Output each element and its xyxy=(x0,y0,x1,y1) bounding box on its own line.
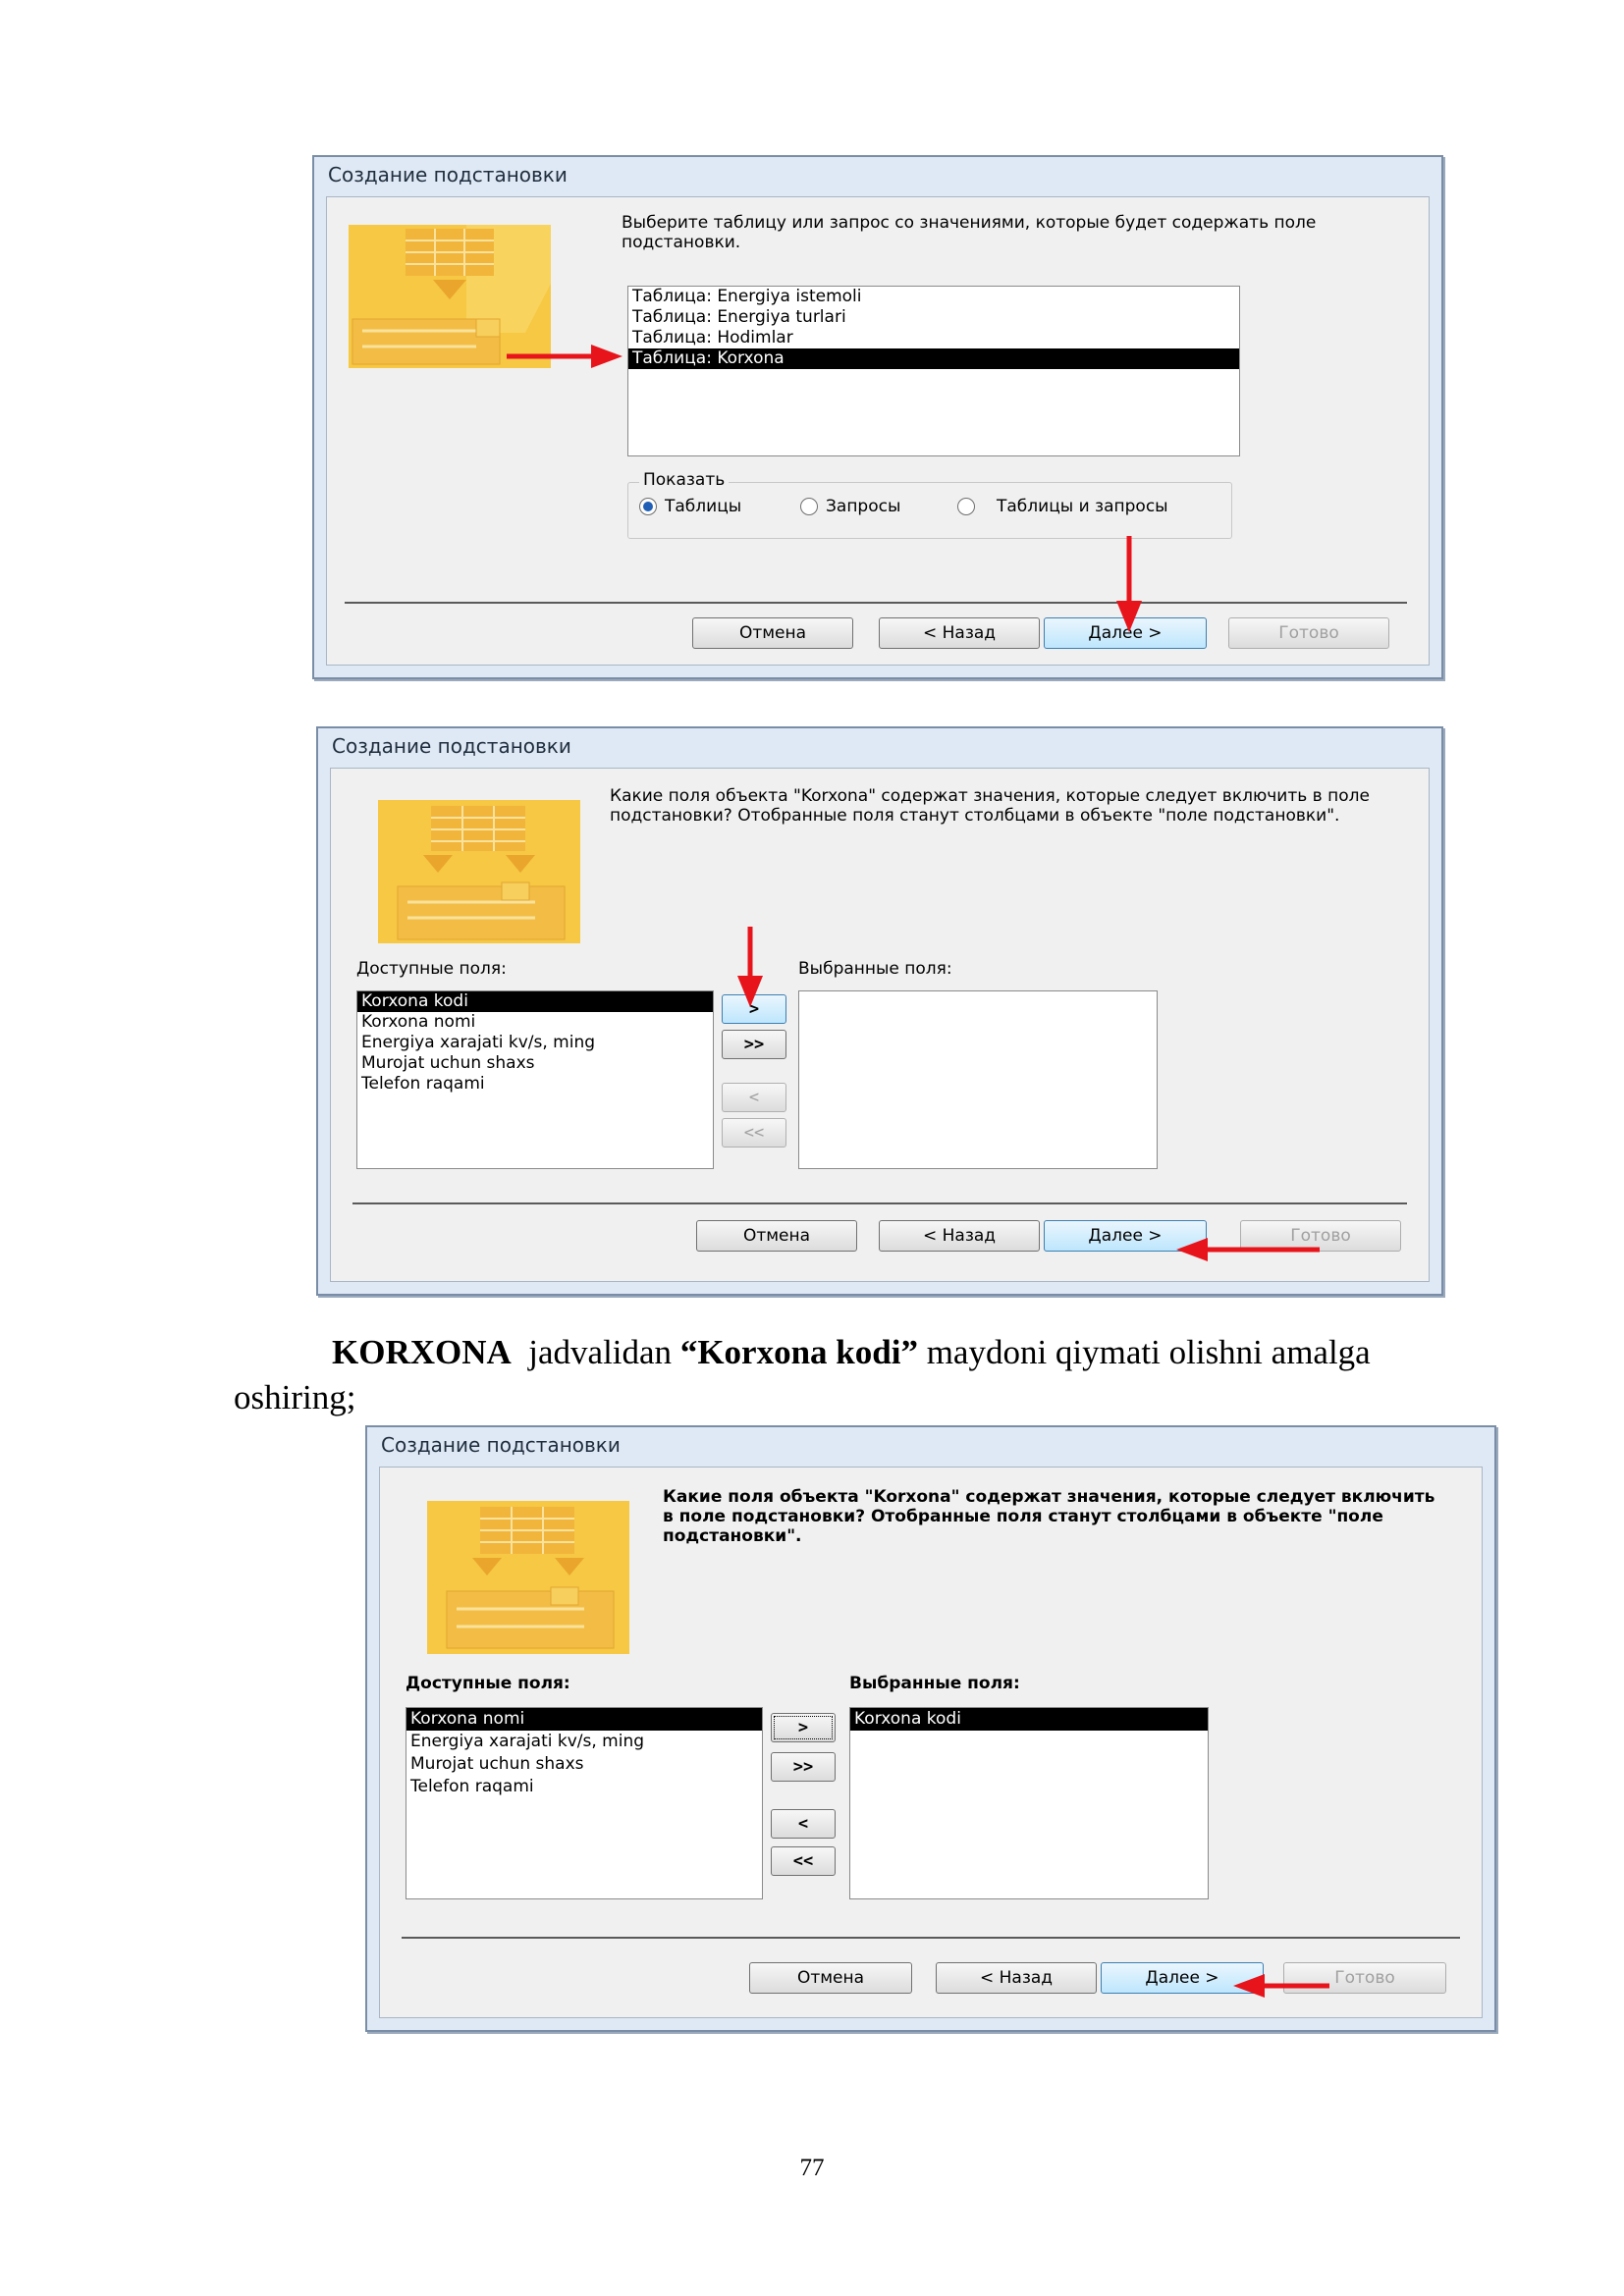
available-fields-list[interactable]: Korxona nomi Energiya xarajati kv/s, min… xyxy=(406,1707,763,1899)
remove-all-fields-button[interactable]: << xyxy=(771,1846,836,1876)
remove-field-button[interactable]: < xyxy=(722,1083,786,1112)
dialog-body: Выберите таблицу или запрос со значениям… xyxy=(326,196,1430,666)
add-field-button[interactable]: > xyxy=(771,1713,836,1742)
dialog-prompt: Выберите таблицу или запрос со значениям… xyxy=(622,213,1317,252)
radio-queries[interactable]: Запросы xyxy=(800,497,900,516)
list-item[interactable]: Energiya xarajati kv/s, ming xyxy=(406,1731,762,1753)
separator xyxy=(345,602,1407,604)
available-fields-label: Доступные поля: xyxy=(406,1674,570,1693)
red-arrow-left xyxy=(1233,1974,1329,1998)
text-segment: maydoni qiymati olishni amalga xyxy=(917,1333,1371,1371)
radio-both-label: Таблицы и запросы xyxy=(997,497,1168,516)
back-button[interactable]: < Назад xyxy=(879,1220,1040,1252)
wizard-table-icon xyxy=(427,1501,629,1654)
lookup-wizard-dialog-1: Создание подстановки Выберите таблицу ил… xyxy=(312,155,1443,679)
radio-dot-selected[interactable] xyxy=(639,498,657,515)
selected-fields-label: Выбранные поля: xyxy=(849,1674,1020,1693)
separator xyxy=(352,1202,1407,1204)
list-item-selected[interactable]: Korxona kodi xyxy=(850,1708,1208,1731)
red-arrow-down xyxy=(1116,536,1142,632)
dialog-body: Какие поля объекта "Korxona" содержат зн… xyxy=(330,768,1430,1282)
radio-dot[interactable] xyxy=(800,498,818,515)
red-arrow-right xyxy=(507,345,623,368)
red-arrow-left xyxy=(1176,1238,1320,1261)
table-name-bold: KORXONA xyxy=(332,1333,512,1371)
dialog-prompt: Какие поля объекта "Korxona" содержат зн… xyxy=(663,1487,1435,1546)
list-item-selected[interactable]: Korxona kodi xyxy=(357,991,713,1012)
field-name-bold: “Korxona kodi” xyxy=(679,1333,918,1371)
dialog-title: Создание подстановки xyxy=(328,163,568,187)
radio-dot[interactable] xyxy=(957,498,975,515)
radio-tables-and-queries[interactable]: Таблицы и запросы xyxy=(957,497,1168,516)
instruction-paragraph-line2: oshiring; xyxy=(234,1378,356,1416)
list-item[interactable]: Telefon raqami xyxy=(406,1776,762,1798)
wizard-table-icon xyxy=(378,800,580,943)
list-item[interactable]: Таблица: Energiya istemoli xyxy=(628,287,1239,307)
page-number: 77 xyxy=(799,2155,825,2181)
instruction-paragraph-line1: KORXONA jadvalidan “Korxona kodi” maydon… xyxy=(332,1333,1371,1372)
list-item[interactable]: Energiya xarajati kv/s, ming xyxy=(357,1033,713,1053)
list-item[interactable]: Korxona nomi xyxy=(357,1012,713,1033)
list-item[interactable]: Таблица: Hodimlar xyxy=(628,328,1239,348)
cancel-button[interactable]: Отмена xyxy=(692,617,853,649)
selected-fields-label: Выбранные поля: xyxy=(798,959,952,979)
remove-field-button[interactable]: < xyxy=(771,1809,836,1839)
finish-button[interactable]: Готово xyxy=(1228,617,1389,649)
list-item[interactable]: Murojat uchun shaxs xyxy=(406,1753,762,1776)
show-group-label: Показать xyxy=(639,470,730,490)
available-fields-list[interactable]: Korxona kodi Korxona nomi Energiya xaraj… xyxy=(356,990,714,1169)
dialog-body: Какие поля объекта "Korxona" содержат зн… xyxy=(379,1467,1483,2018)
list-item-selected[interactable]: Korxona nomi xyxy=(406,1708,762,1731)
radio-tables-label: Таблицы xyxy=(665,497,742,516)
dialog-title: Создание подстановки xyxy=(332,734,571,758)
back-button[interactable]: < Назад xyxy=(936,1962,1097,1994)
radio-tables[interactable]: Таблицы xyxy=(639,497,741,516)
separator xyxy=(402,1937,1460,1939)
selected-fields-list[interactable]: Korxona kodi xyxy=(849,1707,1209,1899)
red-arrow-down xyxy=(737,927,763,1007)
lookup-wizard-dialog-3: Создание подстановки Какие поля объекта … xyxy=(365,1425,1496,2032)
add-all-fields-button[interactable]: >> xyxy=(722,1030,786,1059)
back-button[interactable]: < Назад xyxy=(879,617,1040,649)
table-list[interactable]: Таблица: Energiya istemoli Таблица: Ener… xyxy=(627,286,1240,456)
cancel-button[interactable]: Отмена xyxy=(749,1962,912,1994)
add-all-fields-button[interactable]: >> xyxy=(771,1752,836,1782)
lookup-wizard-dialog-2: Создание подстановки Какие поля объекта … xyxy=(316,726,1443,1296)
cancel-button[interactable]: Отмена xyxy=(696,1220,857,1252)
radio-queries-label: Запросы xyxy=(826,497,901,516)
dialog-title: Создание подстановки xyxy=(381,1433,621,1457)
remove-all-fields-button[interactable]: << xyxy=(722,1118,786,1148)
dialog-prompt: Какие поля объекта "Korxona" содержат зн… xyxy=(610,786,1370,826)
list-item[interactable]: Murojat uchun shaxs xyxy=(357,1053,713,1074)
list-item-selected[interactable]: Таблица: Korxona xyxy=(628,348,1239,369)
list-item[interactable]: Telefon raqami xyxy=(357,1074,713,1095)
text-segment: jadvalidan xyxy=(511,1333,680,1371)
selected-fields-list[interactable] xyxy=(798,990,1158,1169)
list-item[interactable]: Таблица: Energiya turlari xyxy=(628,307,1239,328)
available-fields-label: Доступные поля: xyxy=(356,959,507,979)
